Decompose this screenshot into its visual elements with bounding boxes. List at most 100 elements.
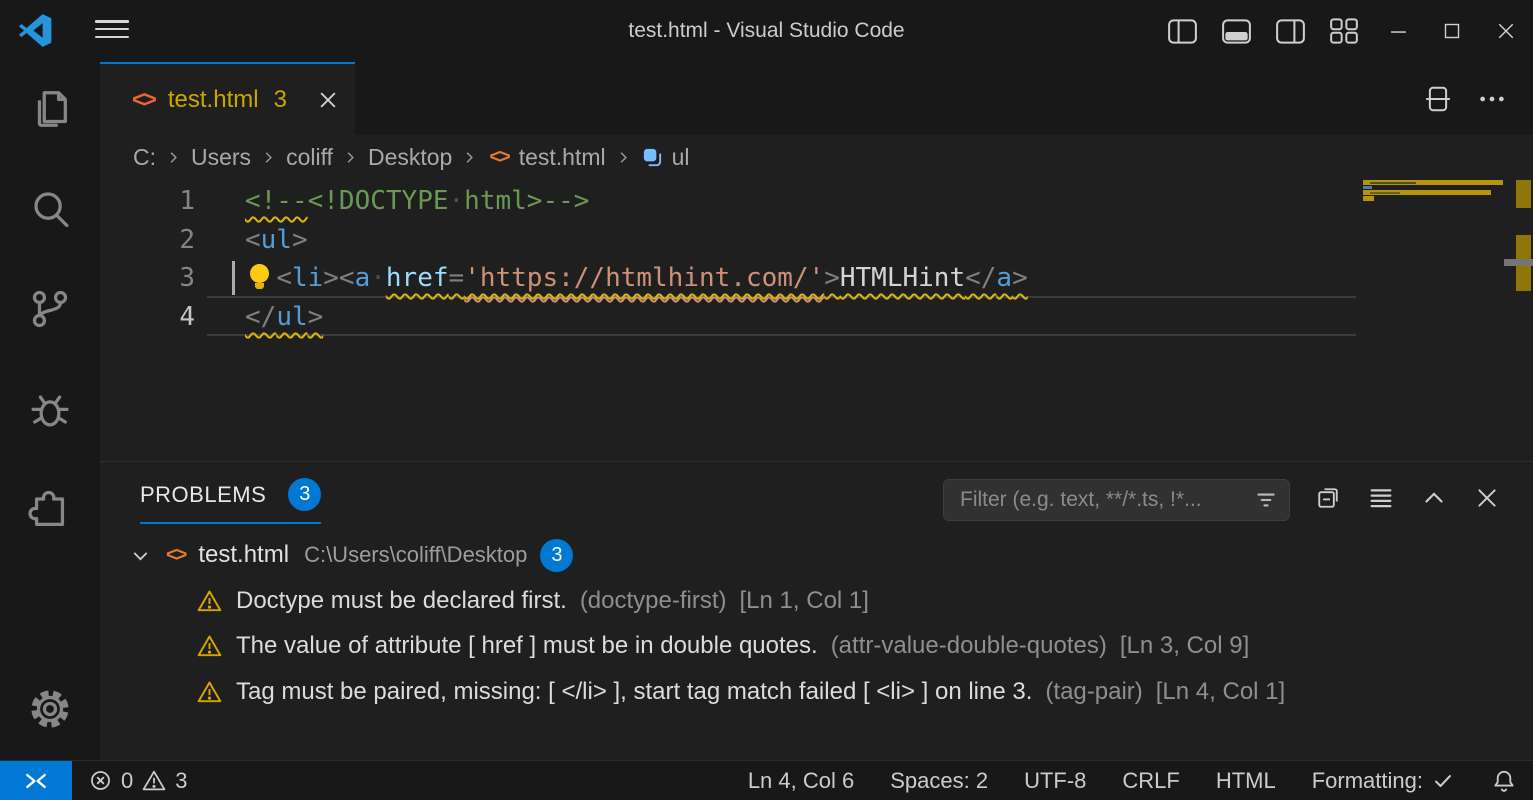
panel-header: PROBLEMS 3: [100, 462, 1533, 532]
remote-indicator[interactable]: [0, 761, 72, 800]
problems-status[interactable]: 0 3: [88, 768, 188, 794]
tab-label: test.html: [168, 86, 259, 114]
extensions-icon[interactable]: [0, 486, 100, 532]
settings-gear-icon[interactable]: [0, 686, 100, 732]
problems-tab-label: PROBLEMS: [140, 482, 266, 508]
warning-count: 3: [175, 768, 187, 794]
toggle-secondary-sidebar-icon[interactable]: [1263, 0, 1317, 62]
problem-location: [Ln 1, Col 1]: [740, 587, 869, 615]
minimize-button[interactable]: [1371, 0, 1425, 62]
eol-sequence[interactable]: CRLF: [1122, 768, 1179, 794]
collapse-all-icon[interactable]: [1314, 484, 1342, 512]
more-actions-icon[interactable]: [1477, 84, 1507, 114]
cursor-position[interactable]: Ln 4, Col 6: [748, 768, 854, 794]
title-bar: test.html - Visual Studio Code: [0, 0, 1533, 62]
notifications-bell-icon[interactable]: [1491, 768, 1517, 794]
problems-filter-input[interactable]: [958, 487, 1253, 513]
code-editor[interactable]: 1<!--<!DOCTYPE·html>-->2<ul>3 <li><a·hre…: [100, 180, 1533, 461]
chevron-right-icon: [259, 148, 278, 167]
activity-bar: [0, 62, 100, 760]
filter-icon[interactable]: [1253, 487, 1279, 513]
editor-region: <> test.html 3 C: Users coliff Desktop: [100, 62, 1533, 760]
warning-icon: [196, 679, 223, 705]
problem-message: Tag must be paired, missing: [ </li> ], …: [236, 678, 1032, 706]
problem-row[interactable]: Doctype must be declared first. (doctype…: [100, 578, 1533, 624]
tab-problems[interactable]: PROBLEMS 3: [140, 478, 321, 524]
problems-count-badge: 3: [288, 478, 321, 511]
code-lines: 1<!--<!DOCTYPE·html>-->2<ul>3 <li><a·hre…: [100, 182, 1360, 336]
view-as-table-icon[interactable]: [1367, 484, 1395, 512]
html-file-icon: <>: [166, 544, 185, 567]
close-panel-icon[interactable]: [1473, 484, 1501, 512]
problem-rule: (attr-value-double-quotes): [831, 632, 1107, 660]
maximize-panel-icon[interactable]: [1420, 484, 1448, 512]
problem-row[interactable]: Tag must be paired, missing: [ </li> ], …: [100, 669, 1533, 715]
code-line-4[interactable]: 4</ul>: [100, 298, 1360, 337]
problem-location: [Ln 3, Col 9]: [1120, 632, 1249, 660]
problem-message: The value of attribute [ href ] must be …: [236, 632, 818, 660]
problems-list: <> test.html C:\Users\coliff\Desktop 3 D…: [100, 532, 1533, 715]
chevron-right-icon: [164, 148, 183, 167]
chevron-right-icon: [614, 148, 633, 167]
text-cursor: [232, 261, 235, 295]
problems-file-name: test.html: [198, 541, 289, 569]
chevron-down-icon[interactable]: [128, 543, 153, 568]
code-line-1[interactable]: 1<!--<!DOCTYPE·html>-->: [100, 182, 1360, 221]
overview-ruler-cursor: [1504, 259, 1533, 266]
breadcrumb-coliff[interactable]: coliff: [286, 144, 333, 171]
problem-rule: (doctype-first): [580, 587, 727, 615]
line-number: 1: [100, 182, 195, 221]
formatting-label: Formatting:: [1312, 768, 1423, 794]
encoding[interactable]: UTF-8: [1024, 768, 1086, 794]
problems-panel: PROBLEMS 3: [100, 461, 1533, 760]
maximize-button[interactable]: [1425, 0, 1479, 62]
close-window-button[interactable]: [1479, 0, 1533, 62]
formatting-status[interactable]: Formatting:: [1312, 768, 1455, 794]
minimap[interactable]: [1360, 180, 1506, 461]
run-debug-icon[interactable]: [0, 386, 100, 432]
language-mode[interactable]: HTML: [1216, 768, 1276, 794]
html-file-icon: <>: [132, 86, 155, 113]
indentation[interactable]: Spaces: 2: [890, 768, 988, 794]
chevron-right-icon: [341, 148, 360, 167]
split-editor-icon[interactable]: [1423, 84, 1453, 114]
overview-ruler[interactable]: [1506, 180, 1533, 461]
problems-file-row[interactable]: <> test.html C:\Users\coliff\Desktop 3: [100, 532, 1533, 578]
breadcrumb-desktop[interactable]: Desktop: [368, 144, 452, 171]
line-number: 4: [100, 298, 195, 337]
breadcrumb-file[interactable]: test.html: [519, 144, 606, 171]
toggle-primary-sidebar-icon[interactable]: [1155, 0, 1209, 62]
code-line-3[interactable]: 3 <li><a·href='https://htmlhint.com/'>HT…: [100, 259, 1360, 298]
tab-close-icon[interactable]: [317, 89, 339, 111]
line-number: 3: [100, 259, 195, 298]
code-line-2[interactable]: 2<ul>: [100, 221, 1360, 260]
problems-filter: [943, 479, 1290, 521]
file-problems-badge: 3: [540, 539, 573, 572]
breadcrumb-symbol[interactable]: ul: [672, 144, 690, 171]
problem-location: [Ln 4, Col 1]: [1156, 678, 1285, 706]
line-number: 2: [100, 221, 195, 260]
breadcrumb: C: Users coliff Desktop <> test.html ul: [100, 135, 1533, 180]
search-icon[interactable]: [0, 186, 100, 232]
error-count: 0: [121, 768, 133, 794]
tab-test-html[interactable]: <> test.html 3: [100, 62, 355, 135]
toggle-panel-icon[interactable]: [1209, 0, 1263, 62]
breadcrumb-drive[interactable]: C:: [133, 144, 156, 171]
chevron-right-icon: [460, 148, 479, 167]
problem-row[interactable]: The value of attribute [ href ] must be …: [100, 624, 1533, 670]
lightbulb-icon[interactable]: [247, 263, 273, 291]
warning-icon: [141, 768, 167, 793]
warning-icon: [196, 633, 223, 659]
warning-icon: [196, 588, 223, 614]
breadcrumb-users[interactable]: Users: [191, 144, 251, 171]
html-file-icon: <>: [489, 146, 508, 169]
problem-rule: (tag-pair): [1045, 678, 1142, 706]
symbol-ul-icon: [641, 146, 664, 169]
customize-layout-icon[interactable]: [1317, 0, 1371, 62]
explorer-icon[interactable]: [0, 86, 100, 132]
source-control-icon[interactable]: [0, 286, 100, 332]
status-bar: 0 3 Ln 4, Col 6 Spaces: 2 UTF-8 CRLF HTM…: [0, 760, 1533, 800]
remote-icon: [23, 768, 49, 794]
tab-problems-count: 3: [274, 86, 287, 114]
check-icon: [1431, 769, 1455, 793]
